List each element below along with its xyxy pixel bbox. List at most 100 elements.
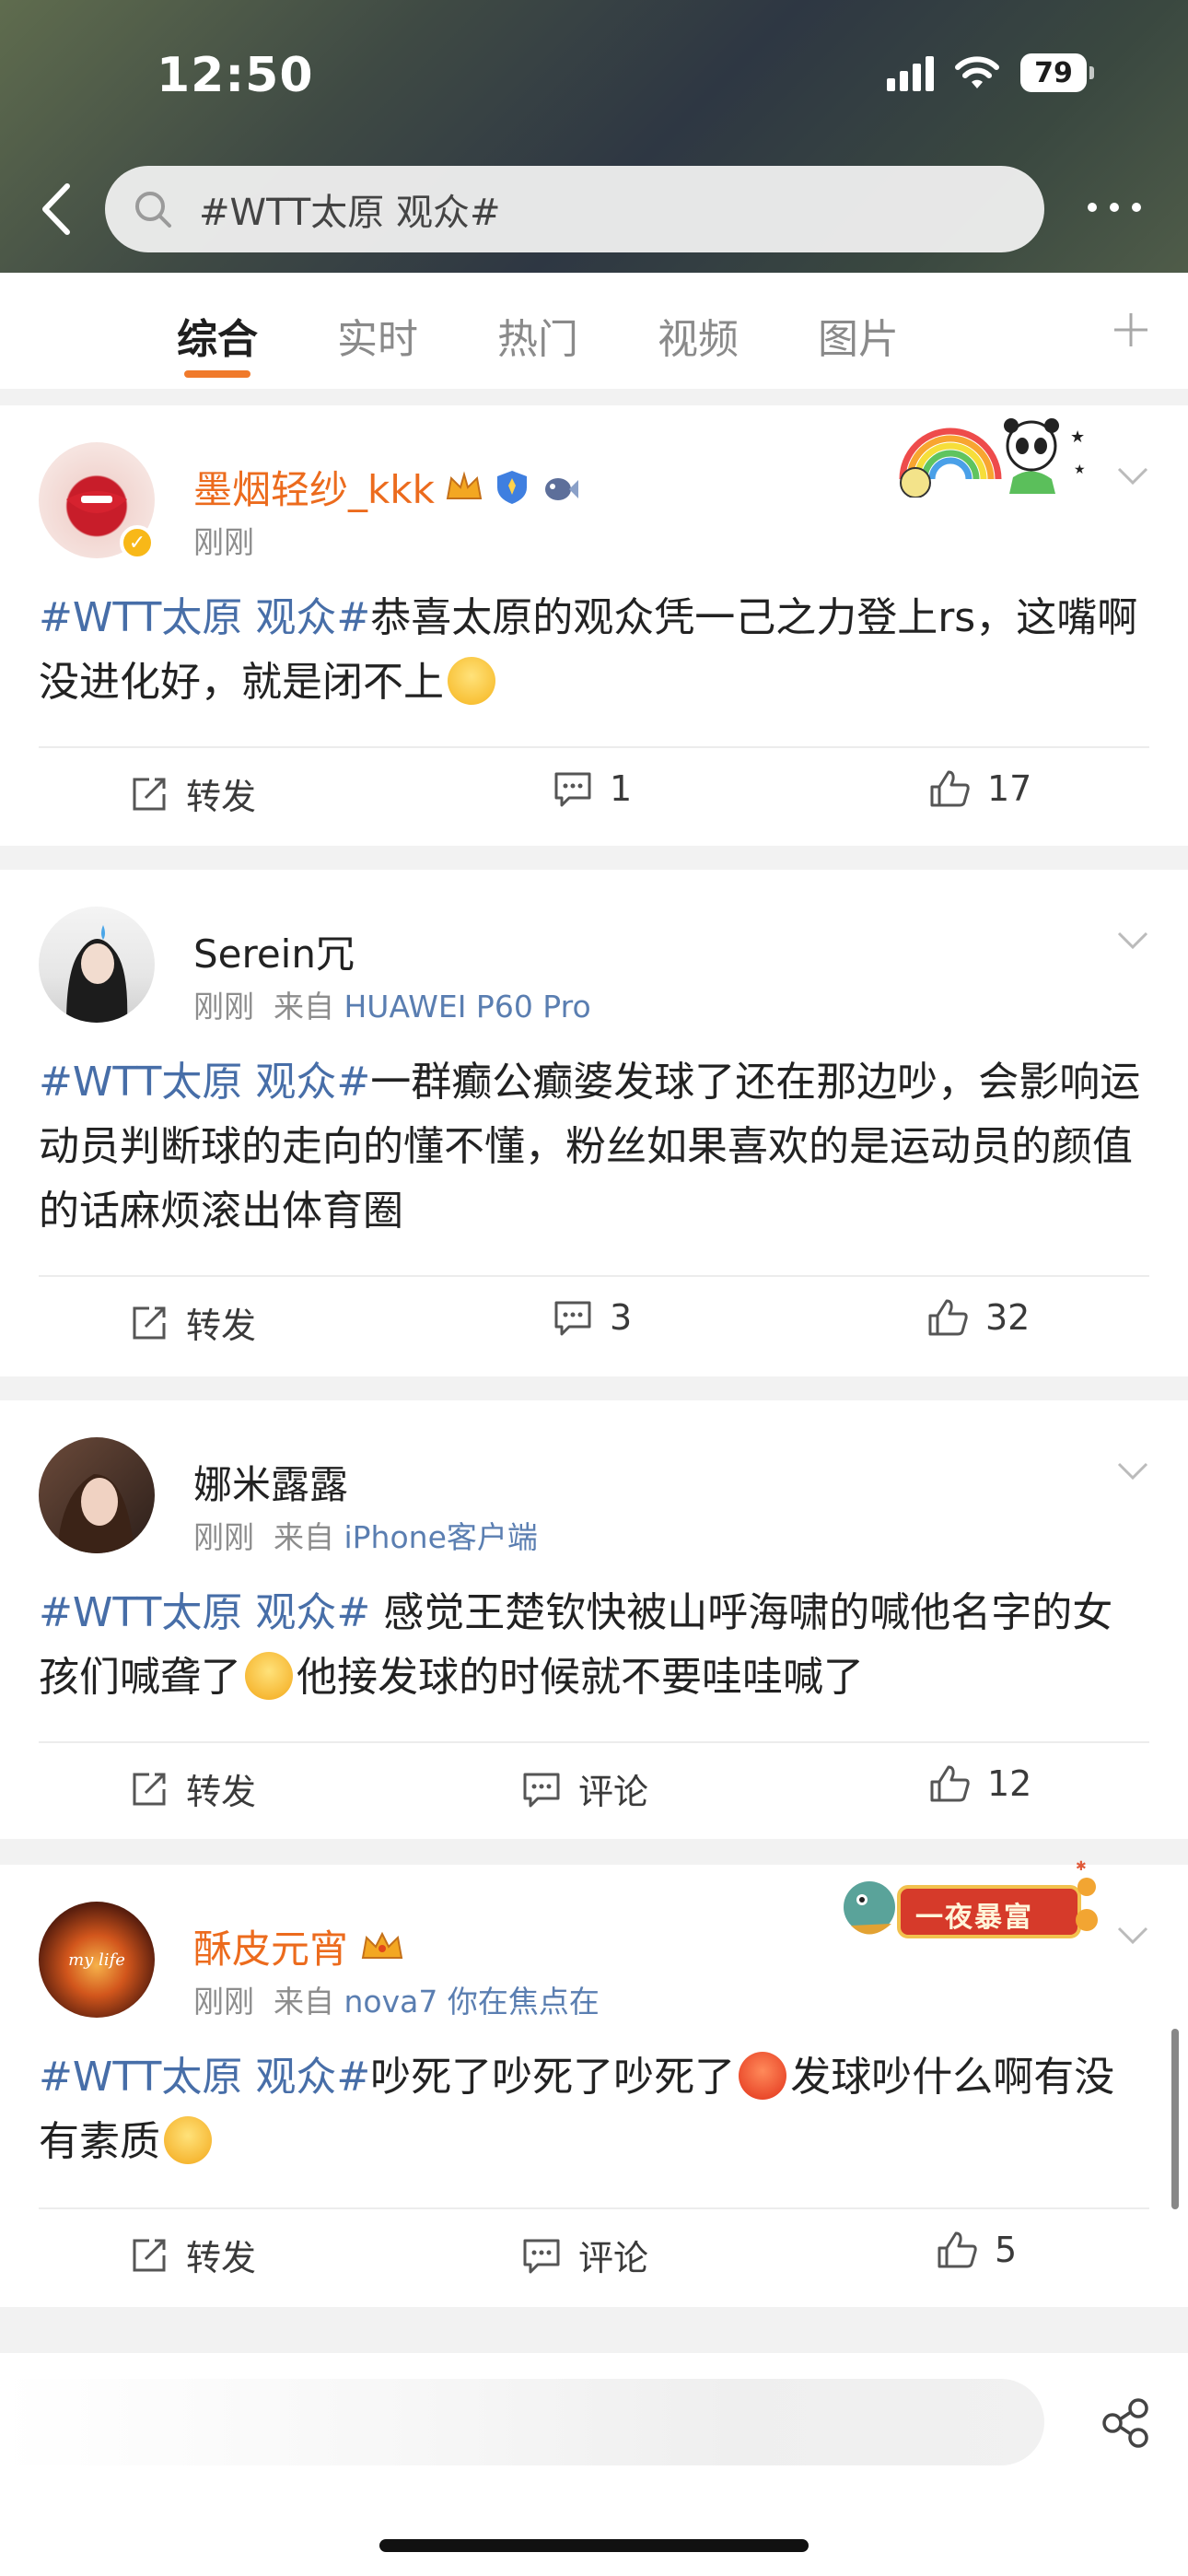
share-icon[interactable] (1098, 2395, 1153, 2451)
avatar[interactable] (39, 1437, 155, 1553)
comment-button[interactable]: 评论 (521, 2230, 648, 2280)
username[interactable]: 酥皮元宵 (193, 1918, 407, 1974)
crying-laughing-emoji-icon (245, 1652, 293, 1700)
feed-post[interactable]: ✓ 墨烟轻纱_kkk 刚刚 ★ ★ #WTT太原 观众#恭喜太原的观众凭一己之力登… (0, 405, 1188, 846)
username[interactable]: Serein冗 (193, 923, 355, 979)
post-source-link[interactable]: HUAWEI P60 Pro (344, 989, 590, 1025)
like-count: 17 (987, 768, 1032, 809)
repost-label: 转发 (186, 2238, 257, 2278)
repost-icon (133, 1306, 166, 1339)
thumbs-up-icon (938, 2231, 977, 2268)
comment-icon (523, 2239, 560, 2273)
comment-icon (554, 1301, 591, 1336)
repost-button[interactable]: 转发 (129, 1763, 256, 1814)
feed-post[interactable]: Serein冗 刚刚 来自 HUAWEI P60 Pro #WTT太原 观众#一… (0, 870, 1188, 1376)
comment-button[interactable]: 3 (553, 1297, 632, 1338)
comment-input[interactable] (0, 2379, 1044, 2465)
chevron-left-icon (42, 183, 70, 235)
home-indicator[interactable] (379, 2539, 809, 2552)
battery-icon: 79 (1020, 53, 1094, 92)
hashtag-link[interactable]: #WTT太原 观众# (39, 594, 370, 641)
tab-realtime[interactable]: 实时 (337, 306, 418, 365)
post-actions: 转发 3 32 (0, 1277, 1188, 1369)
source-prefix: 来自 (273, 989, 334, 1025)
tab-video[interactable]: 视频 (658, 306, 739, 365)
post-content[interactable]: #WTT太原 观众#吵死了吵死了吵死了 发球吵什么啊有没有素质 (39, 2045, 1153, 2174)
post-content[interactable]: #WTT太原 观众#一群癫公癫婆发球了还在那边吵，会影响运动员判断球的走向的懂不… (39, 1050, 1153, 1244)
like-button[interactable]: 17 (928, 768, 1031, 809)
verified-badge-icon: ✓ (120, 525, 155, 560)
comment-button[interactable]: 1 (553, 768, 632, 809)
tab-bar: 综合 实时 热门 视频 图片 (0, 273, 1188, 389)
chevron-down-icon[interactable] (1116, 1461, 1149, 1481)
more-dot-icon (1110, 203, 1119, 212)
hashtag-link[interactable]: #WTT太原 观众# (39, 2054, 370, 2101)
comment-icon (554, 772, 591, 807)
yawn-emoji-icon (164, 2116, 212, 2164)
hashtag-link[interactable]: #WTT太原 观众# (39, 1589, 370, 1636)
repost-button[interactable]: 转发 (129, 768, 256, 819)
post-time: 刚刚 (193, 1519, 254, 1555)
wifi-icon (955, 56, 999, 88)
active-tab-indicator (184, 370, 250, 378)
repost-label: 转发 (186, 1772, 257, 1812)
username[interactable]: 娜米露露 (193, 1454, 348, 1510)
hashtag-link[interactable]: #WTT太原 观众# (39, 1059, 370, 1106)
tab-images[interactable]: 图片 (818, 306, 899, 365)
chevron-down-icon[interactable] (1116, 1926, 1149, 1946)
search-icon (135, 192, 171, 228)
top-header: 12:50 79 #WTT太原 观众# (0, 0, 1188, 273)
like-button[interactable]: 32 (926, 1297, 1030, 1338)
avatar[interactable]: my life (39, 1902, 155, 2018)
crown-icon (446, 470, 483, 499)
repost-button[interactable]: 转发 (129, 1297, 256, 1348)
svg-text:★: ★ (1070, 427, 1085, 447)
comment-label: 评论 (578, 2238, 649, 2278)
source-prefix: 来自 (273, 1984, 334, 2020)
repost-label: 转发 (186, 1306, 257, 1346)
username[interactable]: 墨烟轻纱_kkk (193, 459, 580, 515)
post-source-link[interactable]: iPhone客户端 (344, 1519, 537, 1555)
chevron-down-icon[interactable] (1116, 931, 1149, 951)
tab-comprehensive[interactable]: 综合 (177, 306, 258, 365)
like-button[interactable]: 12 (928, 1763, 1031, 1804)
chevron-down-icon[interactable] (1116, 466, 1149, 486)
repost-label: 转发 (186, 777, 257, 817)
post-meta: 刚刚 (193, 518, 254, 562)
tab-hot[interactable]: 热门 (497, 306, 578, 365)
status-time: 12:50 (157, 48, 314, 103)
status-icons: 79 (887, 53, 1094, 92)
post-content[interactable]: #WTT太原 观众#恭喜太原的观众凭一己之力登上rs，这嘴啊没进化好，就是闭不上 (39, 586, 1153, 715)
post-time: 刚刚 (193, 1984, 254, 2020)
scrollbar[interactable] (1171, 2029, 1179, 2209)
repost-button[interactable]: 转发 (129, 2230, 256, 2280)
post-text-continued: 他接发球的时候就不要哇哇喊了 (297, 1654, 864, 1701)
signal-icon (887, 54, 934, 91)
search-input[interactable]: #WTT太原 观众# (105, 166, 1044, 252)
feed-post[interactable]: my life 酥皮元宵 刚刚 来自 nova7 你在焦点在 ✱ 一夜暴富 #W… (0, 1859, 1188, 2307)
svg-text:★: ★ (1074, 463, 1086, 477)
rainbow-panda-decoration: ★ ★ (893, 405, 1096, 498)
angry-emoji-icon (739, 2052, 787, 2100)
post-actions: 转发 评论 5 (0, 2209, 1188, 2301)
repost-icon (133, 2239, 166, 2271)
feed-post[interactable]: 娜米露露 刚刚 来自 iPhone客户端 #WTT太原 观众# 感觉王楚钦快被山… (0, 1400, 1188, 1839)
like-count: 12 (987, 1763, 1032, 1804)
fish-badge-icon (544, 477, 578, 500)
post-content[interactable]: #WTT太原 观众# 感觉王楚钦快被山呼海啸的喊他名字的女孩们喊聋了 他接发球的时… (39, 1581, 1153, 1710)
avatar[interactable] (39, 907, 155, 1023)
comment-icon (523, 1773, 560, 1807)
post-text: 吵死了吵死了吵死了 (370, 2054, 736, 2101)
post-source-link[interactable]: nova7 你在焦点在 (344, 1984, 599, 2020)
fortune-badge-decoration: ✱ 一夜暴富 (833, 1859, 1100, 1951)
like-count: 32 (985, 1297, 1031, 1338)
thumbs-up-icon (928, 1299, 968, 1336)
back-button[interactable] (28, 175, 83, 243)
svg-text:✱: ✱ (1076, 1859, 1087, 1874)
like-button[interactable]: 5 (936, 2230, 1017, 2270)
comment-button[interactable]: 评论 (521, 1763, 648, 1814)
comment-label: 评论 (578, 1772, 649, 1812)
add-tab-icon[interactable] (1111, 310, 1151, 350)
post-time: 刚刚 (193, 989, 254, 1025)
more-options-button[interactable] (1077, 184, 1151, 230)
